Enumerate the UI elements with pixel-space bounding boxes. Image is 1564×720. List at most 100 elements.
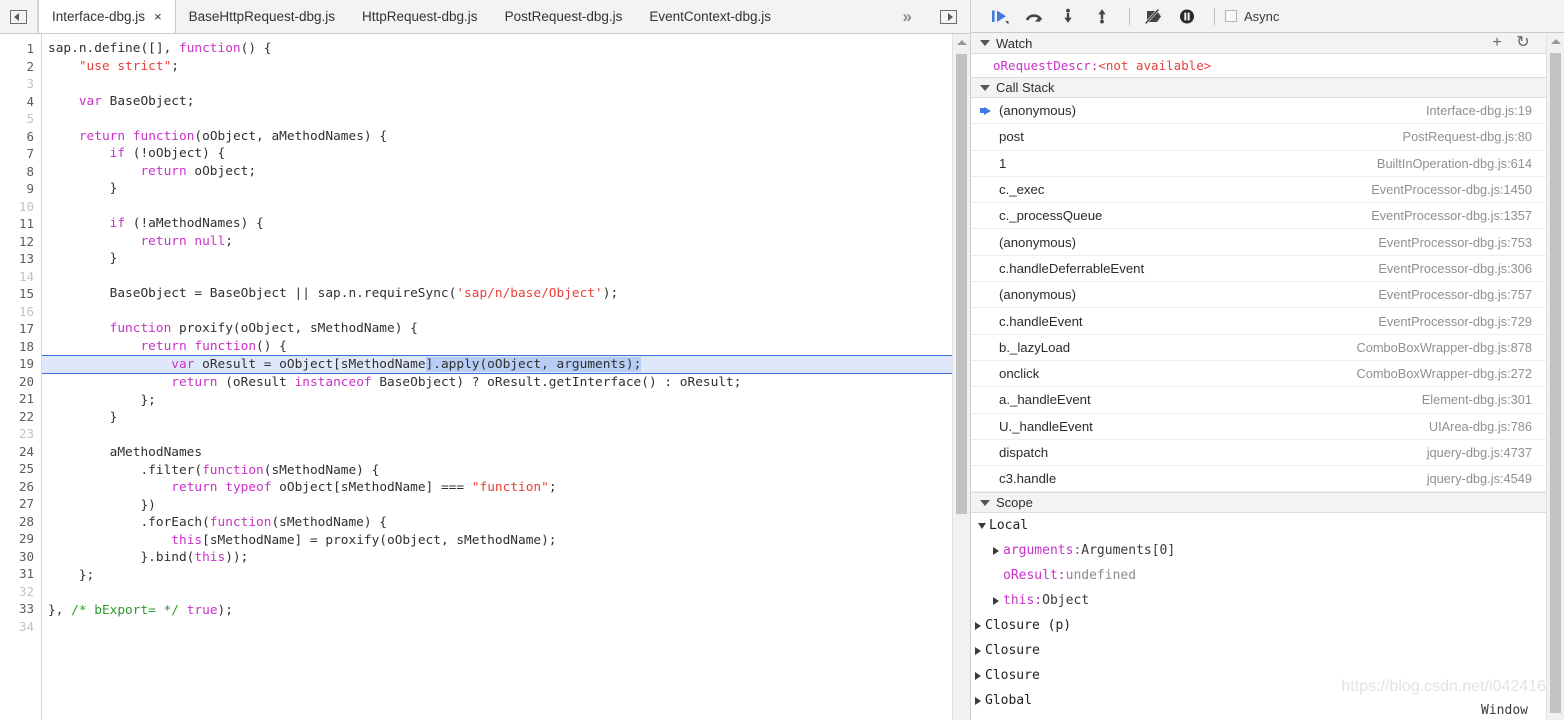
watch-entry[interactable]: oRequestDescr: <not available> (971, 54, 1546, 77)
editor-tab[interactable]: PostRequest-dbg.js (492, 0, 637, 33)
code-line-current[interactable]: var oResult = oObject[sMethodName].apply… (42, 355, 952, 374)
line-number[interactable]: 14 (0, 268, 41, 286)
editor-vertical-scrollbar[interactable] (952, 34, 970, 720)
editor-scrollbar-thumb[interactable] (956, 54, 967, 514)
call-stack-frame[interactable]: a._handleEventElement-dbg.js:301 (971, 387, 1546, 413)
code-line[interactable]: return oObject; (42, 163, 952, 181)
navigator-collapse-button[interactable] (0, 0, 38, 33)
editor-tab[interactable]: BaseHttpRequest-dbg.js (176, 0, 349, 33)
line-number[interactable]: 33 (0, 600, 41, 618)
call-stack-frame[interactable]: b._lazyLoadComboBoxWrapper-dbg.js:878 (971, 335, 1546, 361)
code-line[interactable]: }.bind(this)); (42, 549, 952, 567)
call-stack-frame[interactable]: postPostRequest-dbg.js:80 (971, 124, 1546, 150)
scope-variable[interactable]: arguments: Arguments[0] (971, 538, 1546, 563)
add-watch-icon[interactable]: + (1484, 35, 1510, 51)
code-line[interactable]: this[sMethodName] = proxify(oObject, sMe… (42, 532, 952, 550)
call-stack-frame[interactable]: c3.handlejquery-dbg.js:4549 (971, 466, 1546, 492)
code-content[interactable]: sap.n.define([], function() { "use stric… (42, 34, 952, 720)
line-number[interactable]: 8 (0, 163, 41, 181)
call-stack-frame[interactable]: c._execEventProcessor-dbg.js:1450 (971, 177, 1546, 203)
refresh-watch-icon[interactable]: ↻ (1510, 35, 1536, 51)
debugger-vertical-scrollbar[interactable] (1546, 33, 1564, 720)
line-number[interactable]: 26 (0, 478, 41, 496)
code-line[interactable]: BaseObject = BaseObject || sap.n.require… (42, 285, 952, 303)
line-number[interactable]: 9 (0, 180, 41, 198)
code-line[interactable]: }, /* bExport= */ true); (42, 602, 952, 620)
call-stack-frame[interactable]: c.handleEventEventProcessor-dbg.js:729 (971, 308, 1546, 334)
call-stack-frame-location[interactable]: jquery-dbg.js:4549 (1427, 471, 1532, 486)
call-stack-frame[interactable]: (anonymous)EventProcessor-dbg.js:753 (971, 229, 1546, 255)
call-stack-frame-location[interactable]: EventProcessor-dbg.js:757 (1378, 287, 1532, 302)
line-number[interactable]: 29 (0, 530, 41, 548)
scope-variable[interactable]: this: Object (971, 588, 1546, 613)
call-stack-frame-location[interactable]: UIArea-dbg.js:786 (1429, 419, 1532, 434)
code-line[interactable]: return (oResult instanceof BaseObject) ?… (42, 374, 952, 392)
step-into-button[interactable] (1053, 3, 1083, 29)
chevron-down-icon[interactable] (975, 523, 989, 529)
line-number[interactable]: 4 (0, 93, 41, 111)
call-stack-frame[interactable]: 1BuiltInOperation-dbg.js:614 (971, 151, 1546, 177)
call-stack-frame[interactable]: U._handleEventUIArea-dbg.js:786 (971, 414, 1546, 440)
code-line[interactable]: }) (42, 497, 952, 515)
line-number[interactable]: 24 (0, 443, 41, 461)
deactivate-breakpoints-button[interactable] (1138, 3, 1168, 29)
code-line[interactable]: return typeof oObject[sMethodName] === "… (42, 479, 952, 497)
editor-tab[interactable]: Interface-dbg.js× (38, 0, 176, 33)
code-line[interactable]: aMethodNames (42, 444, 952, 462)
line-number[interactable]: 3 (0, 75, 41, 93)
code-line[interactable]: .filter(function(sMethodName) { (42, 462, 952, 480)
line-number[interactable]: 25 (0, 460, 41, 478)
scope-variable[interactable]: oResult: undefined (971, 563, 1546, 588)
line-number[interactable]: 12 (0, 233, 41, 251)
scope-group[interactable]: Closure (971, 638, 1546, 663)
call-stack-section-header[interactable]: Call Stack (971, 77, 1546, 98)
line-number[interactable]: 13 (0, 250, 41, 268)
tab-overflow-button[interactable]: » (885, 0, 926, 33)
chevron-right-icon[interactable] (971, 672, 985, 680)
call-stack-frame-location[interactable]: Interface-dbg.js:19 (1426, 103, 1532, 118)
call-stack-frame-location[interactable]: EventProcessor-dbg.js:1357 (1371, 208, 1532, 223)
line-number[interactable]: 2 (0, 58, 41, 76)
line-number[interactable]: 23 (0, 425, 41, 443)
line-number[interactable]: 15 (0, 285, 41, 303)
call-stack-frame[interactable]: c._processQueueEventProcessor-dbg.js:135… (971, 203, 1546, 229)
line-number[interactable]: 17 (0, 320, 41, 338)
call-stack-frame-location[interactable]: ComboBoxWrapper-dbg.js:878 (1357, 340, 1532, 355)
line-number[interactable]: 7 (0, 145, 41, 163)
line-number[interactable]: 31 (0, 565, 41, 583)
code-line[interactable]: "use strict"; (42, 58, 952, 76)
code-line[interactable]: } (42, 409, 952, 427)
line-number[interactable]: 6 (0, 128, 41, 146)
call-stack-frame[interactable]: dispatchjquery-dbg.js:4737 (971, 440, 1546, 466)
line-number[interactable]: 32 (0, 583, 41, 601)
panel-expand-button[interactable] (926, 0, 970, 33)
call-stack-frame-location[interactable]: ComboBoxWrapper-dbg.js:272 (1357, 366, 1532, 381)
code-line[interactable] (42, 584, 952, 602)
close-icon[interactable]: × (154, 10, 162, 23)
code-line[interactable] (42, 427, 952, 445)
line-number[interactable]: 18 (0, 338, 41, 356)
code-line[interactable]: var BaseObject; (42, 93, 952, 111)
line-number[interactable]: 10 (0, 198, 41, 216)
code-line[interactable]: if (!aMethodNames) { (42, 215, 952, 233)
step-out-button[interactable] (1087, 3, 1117, 29)
scope-section-header[interactable]: Scope (971, 492, 1546, 513)
line-number[interactable]: 19 (0, 355, 41, 373)
call-stack-frame-location[interactable]: EventProcessor-dbg.js:729 (1378, 314, 1532, 329)
line-number[interactable]: 22 (0, 408, 41, 426)
code-line[interactable] (42, 303, 952, 321)
editor-tab[interactable]: EventContext-dbg.js (636, 0, 785, 33)
scroll-up-arrow-icon[interactable] (1547, 33, 1564, 50)
chevron-right-icon[interactable] (989, 547, 1003, 555)
call-stack-frame-location[interactable]: EventProcessor-dbg.js:1450 (1371, 182, 1532, 197)
line-number[interactable]: 5 (0, 110, 41, 128)
code-line[interactable]: } (42, 250, 952, 268)
code-line[interactable] (42, 198, 952, 216)
call-stack-frame[interactable]: c.handleDeferrableEventEventProcessor-db… (971, 256, 1546, 282)
code-line[interactable] (42, 268, 952, 286)
code-line[interactable] (42, 110, 952, 128)
code-line[interactable]: if (!oObject) { (42, 145, 952, 163)
scope-group[interactable]: Closure (p) (971, 613, 1546, 638)
scroll-up-arrow-icon[interactable] (953, 34, 970, 51)
watch-section-header[interactable]: Watch + ↻ (971, 33, 1546, 54)
